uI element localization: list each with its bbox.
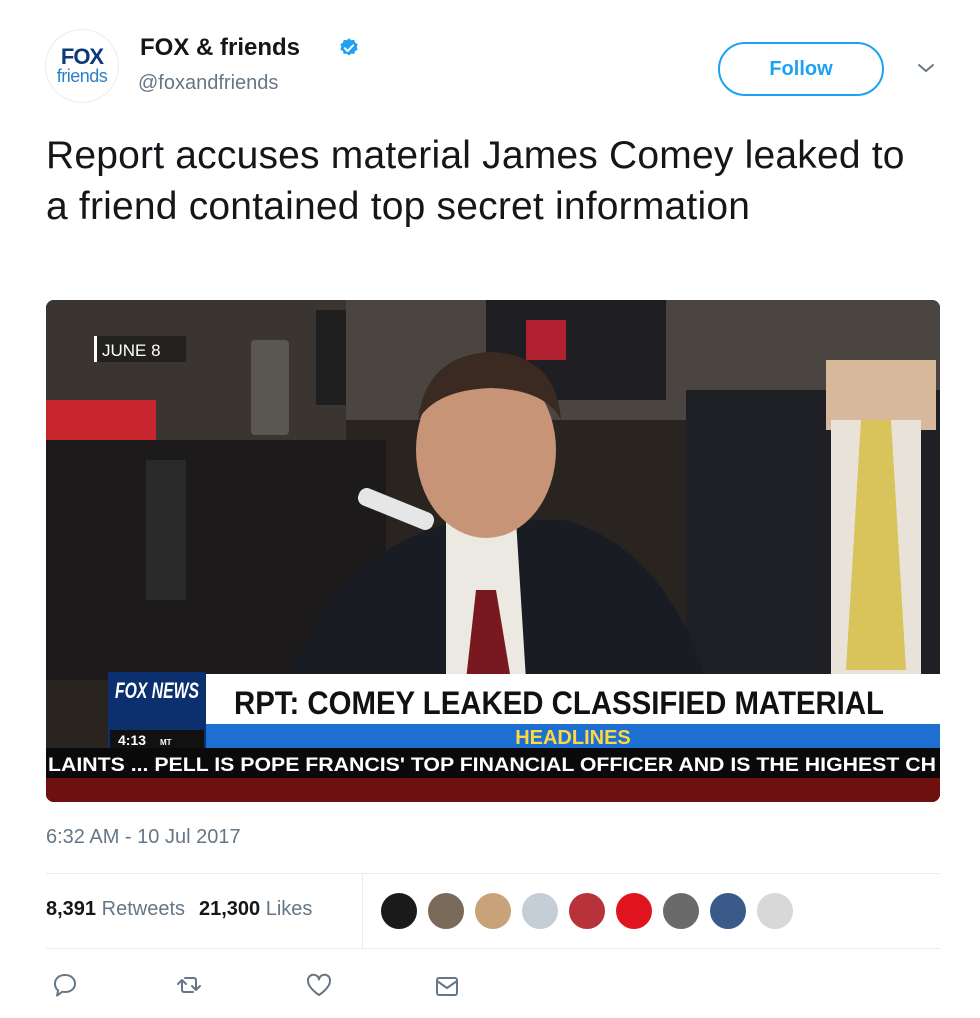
divider	[46, 948, 940, 949]
liker-avatar[interactable]	[521, 892, 559, 930]
network-logo: FOX NEWS	[115, 678, 199, 703]
avatar[interactable]: FOX friends	[46, 30, 118, 102]
likes-stat[interactable]: 21,300 Likes	[199, 898, 312, 920]
follow-button[interactable]: Follow	[718, 42, 884, 96]
avatar-logo-top: FOX	[60, 44, 104, 69]
liker-avatar[interactable]	[709, 892, 747, 930]
liker-avatar[interactable]	[427, 892, 465, 930]
account-name[interactable]: FOX & friends	[140, 34, 300, 62]
chevron-down-icon[interactable]	[914, 58, 938, 78]
tweet-stats: 8,391 Retweets 21,300 Likes	[46, 898, 312, 921]
retweets-label: Retweets	[101, 898, 185, 920]
reply-icon[interactable]	[50, 970, 80, 1000]
liker-avatar[interactable]	[615, 892, 653, 930]
account-handle[interactable]: @foxandfriends	[138, 72, 278, 95]
divider	[362, 874, 363, 948]
avatar-logo-bottom: friends	[56, 66, 108, 86]
retweets-count: 8,391	[46, 898, 97, 920]
clock-text: 4:13	[118, 732, 146, 748]
liker-avatar[interactable]	[474, 892, 512, 930]
likes-count: 21,300	[199, 898, 261, 920]
tweet-timestamp[interactable]: 6:32 AM - 10 Jul 2017	[46, 826, 241, 849]
liker-avatar[interactable]	[380, 892, 418, 930]
divider	[46, 873, 940, 874]
headline-text: RPT: COMEY LEAKED CLASSIFIED MATERIAL	[234, 685, 884, 721]
tweet-media-image[interactable]: JUNE 8 RPT: COMEY LEAKED CLASSIFIED MATE…	[46, 300, 940, 802]
clock-zone: MT	[160, 738, 172, 747]
liker-avatar[interactable]	[756, 892, 794, 930]
likers-avatars	[380, 892, 803, 930]
heart-icon[interactable]	[304, 970, 334, 1000]
retweet-icon[interactable]	[174, 970, 204, 1000]
liker-avatar[interactable]	[568, 892, 606, 930]
tweet-text: Report accuses material James Comey leak…	[46, 134, 905, 228]
likes-label: Likes	[265, 898, 313, 920]
segment-label: HEADLINES	[515, 727, 631, 749]
verified-badge-icon	[340, 38, 358, 56]
ticker-text: LAINTS ... PELL IS POPE FRANCIS' TOP FIN…	[48, 755, 936, 776]
liker-avatar[interactable]	[662, 892, 700, 930]
direct-message-icon[interactable]	[432, 972, 462, 1002]
retweet-stat[interactable]: 8,391 Retweets	[46, 898, 185, 920]
date-tag-text: JUNE 8	[102, 341, 161, 360]
